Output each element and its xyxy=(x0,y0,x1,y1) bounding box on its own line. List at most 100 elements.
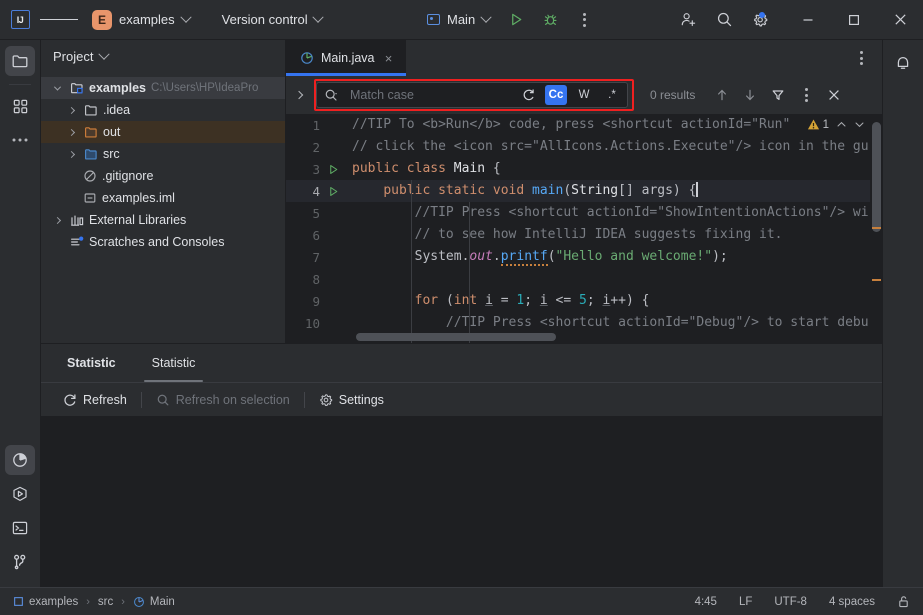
hamburger-menu-icon[interactable] xyxy=(40,0,79,40)
refresh-button[interactable]: Refresh xyxy=(53,389,137,411)
search-icon[interactable] xyxy=(709,5,739,35)
project-tool-window[interactable] xyxy=(5,46,35,76)
filter-icon[interactable] xyxy=(765,82,791,108)
code-editor[interactable]: 1 2 3 4 5 6 7 8 9 10 //TIP To <b>Run</b>… xyxy=(286,114,882,343)
logo-text: IJ xyxy=(16,14,24,25)
expand-arrow-icon[interactable] xyxy=(65,106,78,114)
run-tool-window[interactable] xyxy=(5,479,35,509)
debug-button[interactable] xyxy=(535,5,565,35)
editor-tab-main-java[interactable]: Main.java × xyxy=(286,40,406,76)
editor-marker-bar[interactable] xyxy=(870,114,882,343)
tab-statistic[interactable]: Statistic xyxy=(138,344,210,382)
warning-marker[interactable] xyxy=(872,227,881,229)
refresh-on-selection-label: Refresh on selection xyxy=(175,392,290,407)
add-account-icon[interactable] xyxy=(673,5,703,35)
run-configuration-selector[interactable]: Main xyxy=(420,9,497,30)
find-controls xyxy=(709,82,847,108)
code-text-area[interactable]: //TIP To <b>Run</b> code, press <shortcu… xyxy=(348,114,882,343)
more-tool-windows[interactable] xyxy=(5,125,35,155)
intellij-logo-icon[interactable]: IJ xyxy=(0,0,40,40)
line-separator[interactable]: LF xyxy=(736,594,755,610)
match-case-toggle[interactable]: Cc xyxy=(545,85,567,105)
horizontal-scrollbar-thumb[interactable] xyxy=(356,333,556,341)
code-line: public static void main(String[] args) { xyxy=(348,180,882,202)
close-icon[interactable] xyxy=(821,82,847,108)
bell-icon xyxy=(897,57,909,69)
breadcrumb-item-src[interactable]: src xyxy=(95,595,116,609)
editor-tab-bar: Main.java × xyxy=(286,40,882,76)
notifications-button[interactable] xyxy=(888,48,918,78)
breadcrumb-item-examples[interactable]: examples xyxy=(10,595,81,609)
gitignore-icon xyxy=(82,169,97,183)
preserve-case-icon[interactable] xyxy=(517,85,539,105)
chevron-right-icon[interactable] xyxy=(288,76,310,114)
file-encoding[interactable]: UTF-8 xyxy=(771,594,810,610)
tree-item-idea[interactable]: .idea xyxy=(41,99,285,121)
words-toggle[interactable]: W xyxy=(573,85,595,105)
run-gutter-icon[interactable] xyxy=(320,164,342,175)
search-dropdown-icon[interactable] xyxy=(324,88,339,103)
arrow-down-icon[interactable] xyxy=(737,82,763,108)
tree-item-src[interactable]: src xyxy=(41,143,285,165)
expand-arrow-icon[interactable] xyxy=(51,216,64,224)
warning-triangle-icon xyxy=(807,119,819,130)
chevron-up-icon xyxy=(837,121,846,127)
tree-label: .idea xyxy=(103,103,131,117)
vertical-scrollbar-thumb[interactable] xyxy=(872,122,881,232)
search-input-text[interactable]: Match case xyxy=(345,88,511,102)
gutter-line: 5 xyxy=(286,202,348,224)
more-vertical-icon[interactable] xyxy=(846,43,876,73)
gear-icon[interactable] xyxy=(745,5,775,35)
unlock-icon[interactable] xyxy=(894,593,913,610)
tree-label: out xyxy=(103,125,121,139)
expand-arrow-icon[interactable] xyxy=(65,128,78,136)
structure-tool-window[interactable] xyxy=(5,91,35,121)
minimize-icon[interactable] xyxy=(785,0,831,40)
close-icon[interactable]: × xyxy=(382,51,396,66)
arrow-up-icon[interactable] xyxy=(709,82,735,108)
tree-label: Scratches and Consoles xyxy=(89,235,225,249)
version-control-widget[interactable]: Version control xyxy=(216,9,328,30)
inspection-widget[interactable]: 1 xyxy=(803,116,868,133)
refresh-on-selection-button[interactable]: Refresh on selection xyxy=(146,389,300,411)
line-number: 3 xyxy=(312,161,320,177)
caret-position[interactable]: 4:45 xyxy=(692,594,720,610)
project-name-label: examples xyxy=(119,12,175,27)
more-vertical-icon[interactable] xyxy=(793,82,819,108)
tree-item-examples[interactable]: examples C:\Users\HP\IdeaPro xyxy=(41,77,285,99)
run-gutter-icon[interactable] xyxy=(320,186,342,197)
statistic-tool-window[interactable] xyxy=(5,445,35,475)
breadcrumb: examples › src › Main xyxy=(10,595,178,609)
tree-item-out[interactable]: out xyxy=(41,121,285,143)
breadcrumb-item-main[interactable]: Main xyxy=(130,595,178,609)
statistic-toolbar: Refresh Refresh on selection Settings xyxy=(41,382,882,416)
run-button[interactable] xyxy=(501,5,531,35)
tree-item-gitignore[interactable]: .gitignore xyxy=(41,165,285,187)
folder-blue-icon xyxy=(83,147,98,161)
expand-arrow-icon[interactable] xyxy=(65,150,78,158)
maximize-icon[interactable] xyxy=(831,0,877,40)
tree-label: .gitignore xyxy=(102,169,154,183)
rail-divider xyxy=(9,84,31,85)
gutter-line: 9 xyxy=(286,290,348,312)
git-tool-window[interactable] xyxy=(5,547,35,577)
settings-button[interactable]: Settings xyxy=(309,389,394,411)
warning-marker[interactable] xyxy=(872,279,881,281)
tree-item-external-libraries[interactable]: External Libraries xyxy=(41,209,285,231)
close-icon[interactable] xyxy=(877,0,923,40)
search-input[interactable]: Match case Cc W .* xyxy=(316,82,628,108)
tree-item-examples-iml[interactable]: examples.iml xyxy=(41,187,285,209)
run-config-icon xyxy=(427,14,440,25)
terminal-tool-window[interactable] xyxy=(5,513,35,543)
indent-setting[interactable]: 4 spaces xyxy=(826,594,878,610)
expand-arrow-icon[interactable] xyxy=(51,83,64,91)
gutter-line: 3 xyxy=(286,158,348,180)
project-panel-header[interactable]: Project xyxy=(41,40,285,73)
tree-label: examples xyxy=(89,81,146,95)
tree-item-scratches[interactable]: Scratches and Consoles xyxy=(41,231,285,253)
editor-gutter[interactable]: 1 2 3 4 5 6 7 8 9 10 xyxy=(286,114,348,343)
more-vertical-icon[interactable] xyxy=(569,5,599,35)
regex-toggle[interactable]: .* xyxy=(601,85,623,105)
statistic-content-area[interactable] xyxy=(41,416,882,587)
project-widget[interactable]: E examples xyxy=(84,7,198,33)
